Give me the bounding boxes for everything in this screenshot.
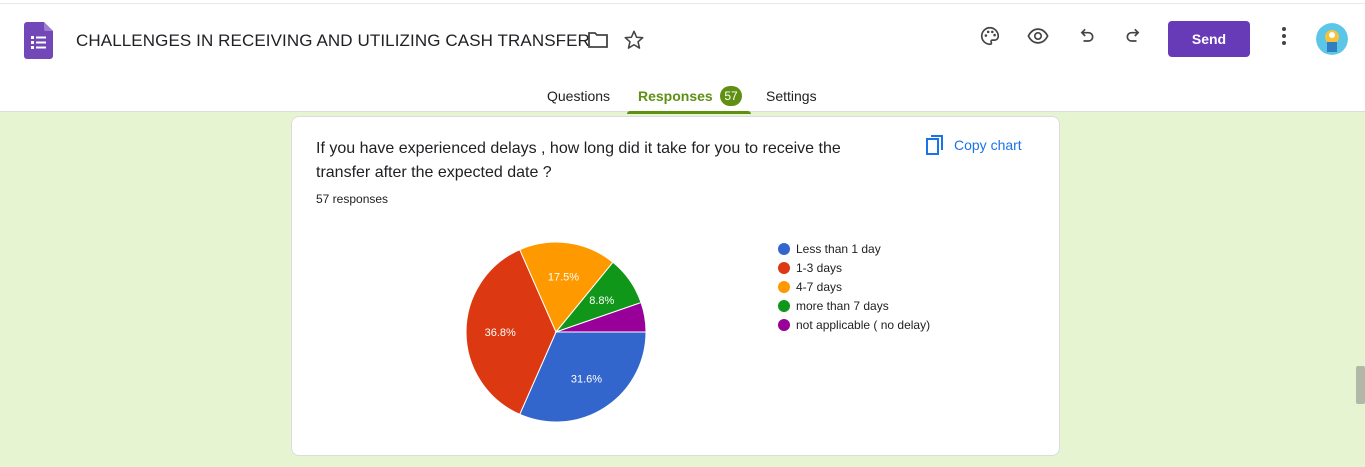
legend-label: Less than 1 day	[796, 241, 881, 256]
pie-data-label-3: 17.5%	[548, 272, 579, 284]
send-button[interactable]: Send	[1168, 21, 1250, 57]
legend-label: 1-3 days	[796, 260, 843, 275]
legend-dot	[778, 280, 790, 293]
scrollbar-thumb[interactable]	[1356, 366, 1365, 404]
legend-label: more than 7 days	[796, 298, 889, 313]
response-summary-card: If you have experienced delays , how lon…	[291, 116, 1060, 456]
header-bar: CHALLENGES IN RECEIVING AND UTILIZING CA…	[0, 4, 1365, 115]
palette-icon[interactable]	[976, 22, 1004, 50]
pie-chart: 31.6% 36.8% 17.5% 8.8%	[465, 241, 647, 423]
legend-dot	[778, 318, 790, 331]
legend-item[interactable]: more than 7 days	[778, 296, 930, 315]
legend-item[interactable]: Less than 1 day	[778, 239, 930, 258]
active-tab-indicator	[627, 111, 751, 114]
legend-item[interactable]: 4-7 days	[778, 277, 930, 296]
tab-settings[interactable]: Settings	[766, 88, 817, 104]
redo-icon[interactable]	[1120, 22, 1148, 50]
pie-data-label-1: 31.6%	[571, 374, 602, 386]
more-vert-icon[interactable]	[1270, 22, 1298, 50]
legend-item[interactable]: 1-3 days	[778, 258, 930, 277]
document-title[interactable]: CHALLENGES IN RECEIVING AND UTILIZING CA…	[76, 31, 590, 51]
folder-icon[interactable]	[584, 26, 612, 54]
tab-questions[interactable]: Questions	[547, 88, 610, 104]
tab-bar: Questions Responses 57 Settings	[0, 82, 1365, 115]
eye-icon[interactable]	[1024, 22, 1052, 50]
pie-data-label-2: 36.8%	[485, 327, 516, 339]
forms-app-icon[interactable]	[24, 22, 53, 59]
response-count-badge: 57	[720, 86, 742, 106]
tab-responses[interactable]: Responses	[638, 88, 713, 104]
legend-dot	[778, 261, 790, 274]
legend-label: 4-7 days	[796, 279, 843, 294]
pie-data-label-4: 8.8%	[589, 295, 614, 307]
legend-label: not applicable ( no delay)	[796, 317, 931, 332]
undo-icon[interactable]	[1072, 22, 1100, 50]
chart-legend: Less than 1 day 1-3 days 4-7 days more than…	[778, 239, 930, 334]
legend-dot	[778, 299, 790, 312]
legend-dot	[778, 242, 790, 255]
avatar[interactable]	[1316, 23, 1348, 55]
star-icon[interactable]	[620, 26, 648, 54]
legend-item[interactable]: not applicable ( no delay)	[778, 315, 930, 334]
